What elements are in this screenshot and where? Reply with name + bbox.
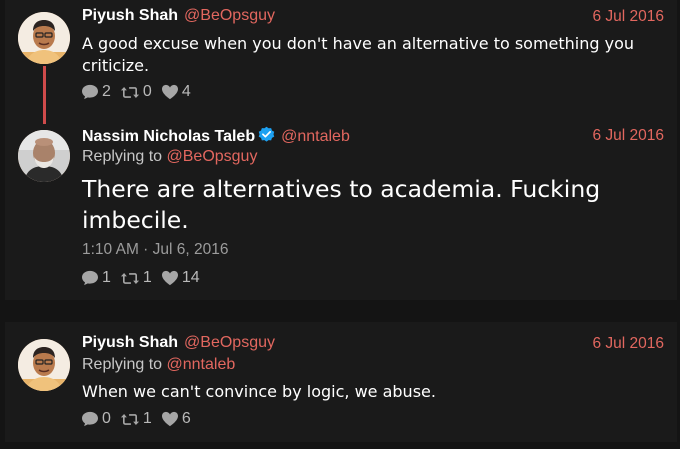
heart-icon xyxy=(161,411,179,427)
author-handle[interactable]: @nntaleb xyxy=(281,128,350,145)
speech-bubble-icon xyxy=(81,270,99,286)
author-handle[interactable]: @BeOpsguy xyxy=(184,7,275,24)
retweet-icon xyxy=(120,271,140,286)
tweet-header: Piyush Shah @BeOpsguy xyxy=(82,7,275,25)
tweet-date[interactable]: 6 Jul 2016 xyxy=(592,8,664,26)
like-count: 14 xyxy=(181,269,200,286)
tweet-header: Nassim Nicholas Taleb @nntaleb xyxy=(82,126,350,146)
replying-to-handle[interactable]: @nntaleb xyxy=(167,356,236,373)
author-handle[interactable]: @BeOpsguy xyxy=(184,334,275,351)
conversation-card: Piyush Shah @BeOpsguy 6 Jul 2016 A good e… xyxy=(5,0,677,300)
reply-count: 0 xyxy=(102,410,111,427)
tweet-thread-page: Piyush Shah @BeOpsguy 6 Jul 2016 A good e… xyxy=(0,0,680,449)
tweet-header: Piyush Shah @BeOpsguy xyxy=(82,334,275,352)
retweet-button[interactable]: 0 xyxy=(120,83,152,101)
like-count: 6 xyxy=(181,410,191,427)
like-button[interactable]: 14 xyxy=(161,269,200,287)
retweet-icon xyxy=(120,412,140,427)
heart-icon xyxy=(161,84,179,100)
reply-button[interactable]: 0 xyxy=(81,410,111,428)
tweet-date[interactable]: 6 Jul 2016 xyxy=(592,335,664,353)
tweet-date[interactable]: 6 Jul 2016 xyxy=(592,127,664,145)
speech-bubble-icon xyxy=(81,411,99,427)
thread-connector-line xyxy=(43,66,46,124)
retweet-count: 1 xyxy=(142,269,152,286)
retweet-icon xyxy=(120,85,140,100)
replying-to-label: Replying to xyxy=(82,356,163,373)
replying-to: Replying to @BeOpsguy xyxy=(82,148,257,166)
author-name[interactable]: Piyush Shah xyxy=(82,7,178,24)
tweet-actions: 0 1 6 xyxy=(81,409,200,429)
taleb-avatar-icon xyxy=(18,130,70,182)
like-button[interactable]: 4 xyxy=(161,83,191,101)
tweet-text: A good excuse when you don't have an alt… xyxy=(82,34,635,75)
verified-badge-icon xyxy=(258,126,275,143)
reply-button[interactable]: 2 xyxy=(81,83,111,101)
speech-bubble-icon xyxy=(81,84,99,100)
reply-card: Piyush Shah @BeOpsguy 6 Jul 2016 Replying… xyxy=(5,322,677,442)
retweet-button[interactable]: 1 xyxy=(120,410,152,428)
heart-icon xyxy=(161,270,179,286)
reply-count: 1 xyxy=(102,269,111,286)
retweet-count: 1 xyxy=(142,410,152,427)
tweet-text-line: There are alternatives to academia. Fuck… xyxy=(82,175,601,203)
reply-button[interactable]: 1 xyxy=(81,269,111,287)
tweet-text: There are alternatives to academia. Fuck… xyxy=(82,174,642,236)
replying-to: Replying to @nntaleb xyxy=(82,356,235,374)
tweet-timestamp[interactable]: 1:10 AM · Jul 6, 2016 xyxy=(82,241,228,259)
author-name[interactable]: Nassim Nicholas Taleb xyxy=(82,128,255,145)
like-count: 4 xyxy=(181,83,191,100)
tweet-text-line: imbecile. xyxy=(82,206,189,234)
avatar[interactable] xyxy=(18,130,70,182)
replying-to-handle[interactable]: @BeOpsguy xyxy=(167,148,258,165)
tweet-actions: 1 1 14 xyxy=(81,268,209,288)
avatar[interactable] xyxy=(18,339,70,391)
like-button[interactable]: 6 xyxy=(161,410,191,428)
avatar[interactable] xyxy=(18,12,70,64)
piyush-avatar-icon xyxy=(18,339,70,391)
replying-to-label: Replying to xyxy=(82,148,163,165)
retweet-button[interactable]: 1 xyxy=(120,269,152,287)
piyush-avatar-icon xyxy=(18,12,70,64)
author-name[interactable]: Piyush Shah xyxy=(82,334,178,351)
reply-count: 2 xyxy=(102,83,111,100)
tweet-actions: 2 0 4 xyxy=(81,82,200,102)
tweet-text: When we can't convince by logic, we abus… xyxy=(82,382,436,401)
retweet-count: 0 xyxy=(142,83,152,100)
